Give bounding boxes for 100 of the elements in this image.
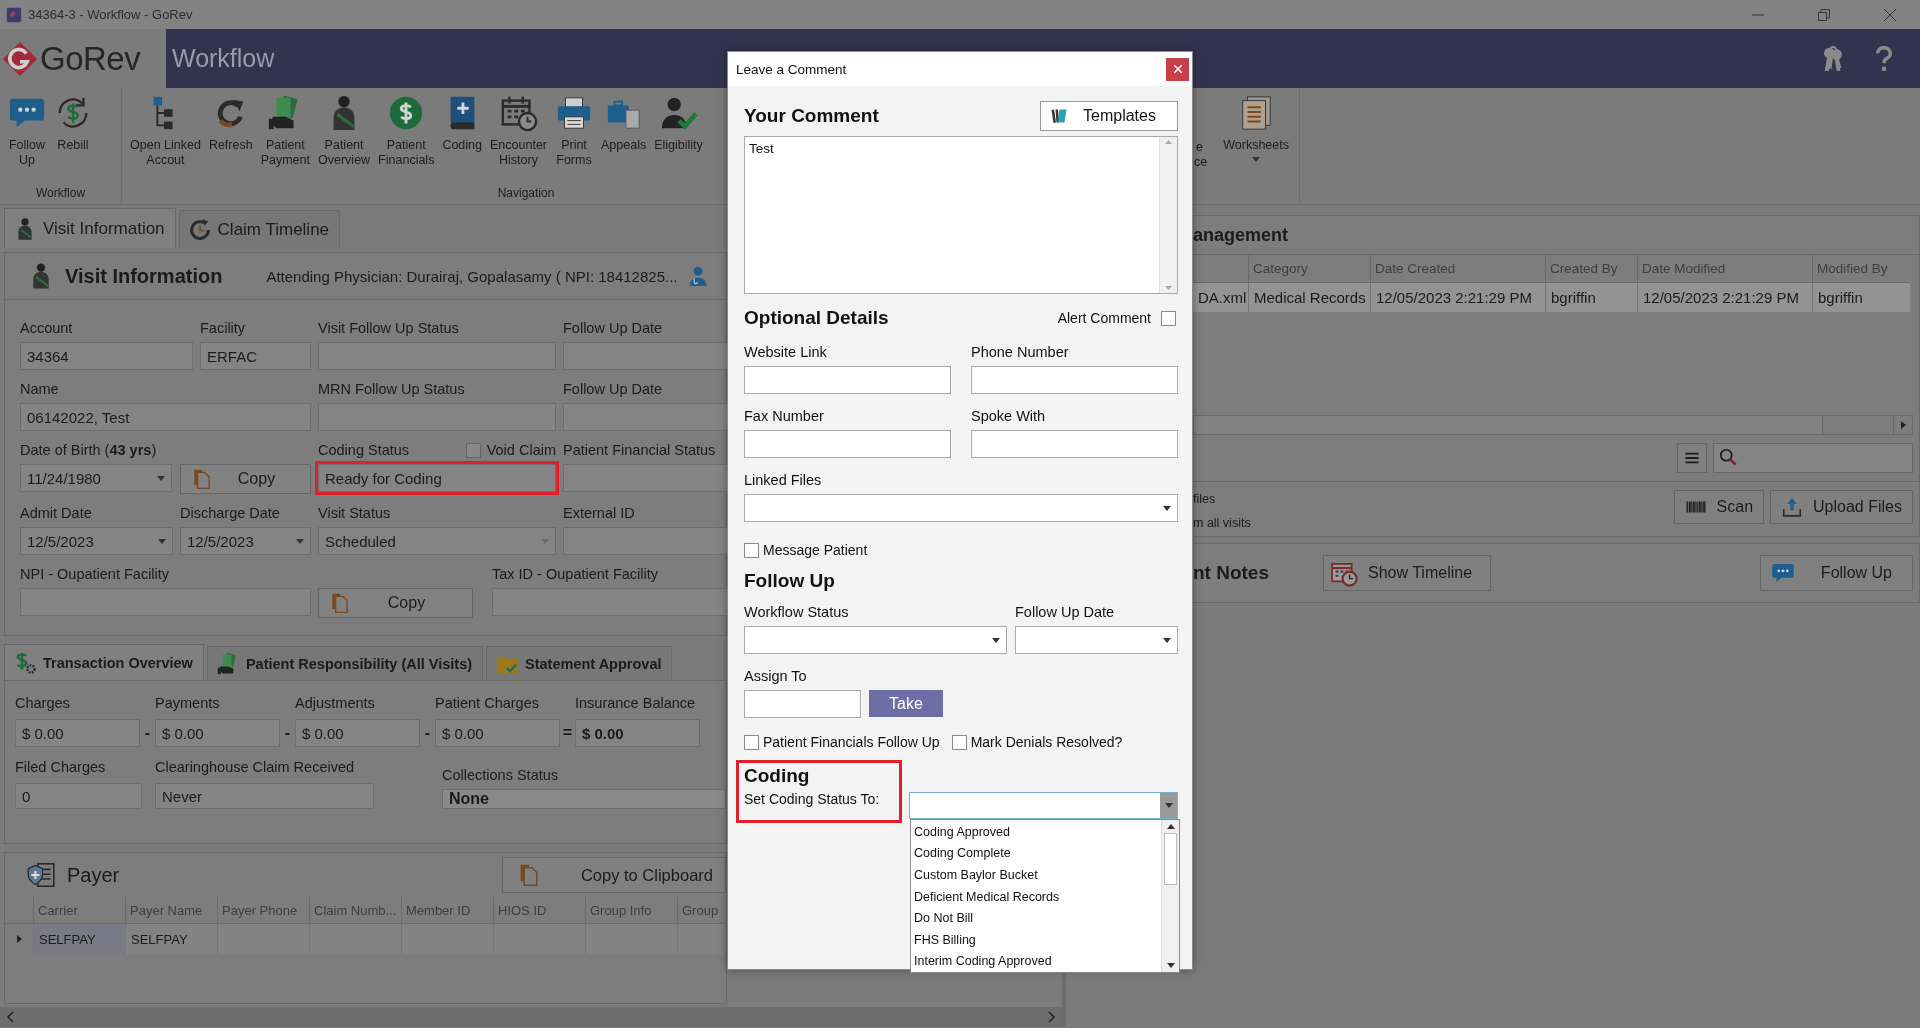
toolbar-button[interactable]: Rebill xyxy=(50,88,96,186)
toolbar-button[interactable]: Encounter History xyxy=(486,88,551,186)
table-cell[interactable]: 12/05/2023 2:21:29 PM xyxy=(1637,283,1812,312)
tab[interactable]: Claim Timeline xyxy=(178,210,341,248)
input-field[interactable] xyxy=(744,690,861,718)
tab[interactable]: Visit Information xyxy=(4,208,176,248)
templates-button[interactable]: Templates xyxy=(1040,101,1178,131)
table-cell[interactable]: DA.xml xyxy=(1193,283,1248,312)
text-field[interactable] xyxy=(492,588,727,616)
window-title: 34364-3 - Workflow - GoRev xyxy=(28,7,193,22)
scrollbar[interactable] xyxy=(0,1007,1062,1027)
dropdown[interactable]: 11/24/1980 xyxy=(20,464,172,492)
dropdown[interactable]: 12/5/2023 xyxy=(180,527,311,555)
field-label: Collections Status xyxy=(442,767,560,785)
dropdown-option[interactable]: Deficient Medical Records xyxy=(911,885,1161,908)
dropdown[interactable] xyxy=(744,494,1178,522)
field-label: External ID xyxy=(563,505,635,521)
input-field[interactable] xyxy=(971,366,1178,394)
take-button[interactable]: Take xyxy=(869,690,943,717)
scrollbar[interactable] xyxy=(1193,415,1913,435)
toolbar-button[interactable]: Follow Up xyxy=(4,88,50,186)
field-label: Clearinghouse Claim Received xyxy=(155,759,356,777)
text-field[interactable]: ERFAC xyxy=(200,342,311,370)
dropdown[interactable]: None xyxy=(442,789,726,809)
scroll-right-icon[interactable] xyxy=(1900,421,1906,429)
date-dropdown[interactable] xyxy=(1015,626,1178,654)
toolbar-button[interactable]: Worksheets xyxy=(1219,88,1293,204)
dropdown-option[interactable]: FHS Billing xyxy=(911,928,1161,951)
section-title: Your Comment xyxy=(744,105,879,127)
toolbar-button[interactable]: Upload Files xyxy=(1770,490,1913,524)
field-label: Coding Status xyxy=(318,442,410,458)
dropdown-option[interactable]: Do Not Bill xyxy=(911,907,1161,929)
dropdown[interactable] xyxy=(744,626,1007,654)
table-cell[interactable]: 12/05/2023 2:21:29 PM xyxy=(1370,283,1545,312)
field-label: Facility xyxy=(200,320,246,336)
toolbar-button[interactable]: e ce xyxy=(1194,88,1208,204)
option-label: m all visits xyxy=(1193,516,1251,530)
scroll-left-icon[interactable] xyxy=(6,1011,14,1023)
section-title: nt Notes xyxy=(1193,562,1270,584)
table-cell[interactable]: bgriffin xyxy=(1545,283,1637,312)
expand-arrow-icon[interactable] xyxy=(15,935,23,943)
scroll-down-icon[interactable] xyxy=(1166,963,1175,968)
timeline-button[interactable]: Show Timeline xyxy=(1323,555,1492,591)
text-field[interactable]: Ready for Coding xyxy=(318,464,556,492)
copy-button[interactable]: Copy to Clipboard xyxy=(502,857,726,893)
checkbox[interactable] xyxy=(744,734,759,750)
input-field[interactable] xyxy=(744,366,951,394)
toolbar-button[interactable]: Coding xyxy=(438,88,486,186)
copy-button[interactable]: Copy xyxy=(318,588,473,618)
field-label: Tax ID - Oupatient Facility xyxy=(492,566,658,582)
search-field[interactable] xyxy=(1713,443,1913,473)
text-field[interactable] xyxy=(563,464,727,492)
table-cell[interactable]: Medical Records xyxy=(1248,283,1370,312)
text-field[interactable]: 34364 xyxy=(20,342,193,370)
toolbar-button[interactable]: Refresh xyxy=(204,88,257,186)
checkbox[interactable] xyxy=(465,442,481,458)
toolbar-button[interactable]: Scan xyxy=(1673,490,1765,524)
dropdown-option[interactable]: Coding Approved xyxy=(911,821,1161,843)
dropdown-option[interactable]: Coding Complete xyxy=(911,842,1161,865)
follow-up-button[interactable]: Follow Up xyxy=(1759,555,1913,591)
scroll-right-icon[interactable] xyxy=(1048,1011,1056,1023)
restore-icon[interactable] xyxy=(1818,8,1830,21)
toolbar-button[interactable]: Appeals xyxy=(597,88,651,186)
close-icon[interactable] xyxy=(1884,8,1896,21)
toolbar-button[interactable]: Open Linked Accout xyxy=(126,88,205,186)
menu-button[interactable] xyxy=(1677,443,1707,473)
checkbox[interactable] xyxy=(951,734,967,750)
field-label: Admit Date xyxy=(20,505,92,521)
checkbox-label: Mark Denials Resolved? xyxy=(970,734,1123,750)
table-cell[interactable]: bgriffin xyxy=(1812,283,1910,312)
dropdown-option[interactable]: Interim Coding Approved xyxy=(911,950,1161,973)
caret-icon xyxy=(1163,505,1171,511)
scroll-up-icon[interactable] xyxy=(1166,824,1175,829)
dropdown[interactable] xyxy=(909,792,1178,819)
toolbar-button[interactable]: Patient Financials xyxy=(374,88,439,186)
toolbar-button[interactable]: Print Forms xyxy=(551,88,597,186)
close-button[interactable] xyxy=(1166,57,1189,81)
copy-icon xyxy=(191,468,213,490)
toolbar-button[interactable]: Patient Payment xyxy=(256,88,314,186)
section-title: anagement xyxy=(1193,224,1289,246)
text-field[interactable] xyxy=(563,342,727,370)
tab[interactable]: Patient Responsibility (All Visits) xyxy=(206,646,484,680)
field-label: Visit Follow Up Status xyxy=(318,320,459,336)
toolbar-button[interactable]: Eligibility xyxy=(650,88,707,186)
dropdown-option[interactable]: Custom Baylor Bucket xyxy=(911,864,1161,886)
checkbox[interactable] xyxy=(744,542,759,558)
copy-button[interactable]: Copy xyxy=(180,464,311,494)
field-label: Visit Status xyxy=(318,505,391,521)
toolbar-button[interactable]: Patient Overview xyxy=(314,88,375,186)
checkbox[interactable] xyxy=(1161,310,1176,326)
text-field[interactable] xyxy=(563,527,727,555)
tab[interactable]: Transaction Overview xyxy=(4,644,204,680)
operator-sign: - xyxy=(143,724,152,742)
printer-icon xyxy=(555,94,593,132)
tab[interactable]: Statement Approval xyxy=(486,646,673,680)
input-field[interactable] xyxy=(971,430,1178,458)
input-field[interactable] xyxy=(744,430,951,458)
text-field[interactable]: 06142022, Test xyxy=(20,403,311,431)
text-field[interactable] xyxy=(563,403,727,431)
dropdown[interactable]: 12/5/2023 xyxy=(20,527,173,555)
